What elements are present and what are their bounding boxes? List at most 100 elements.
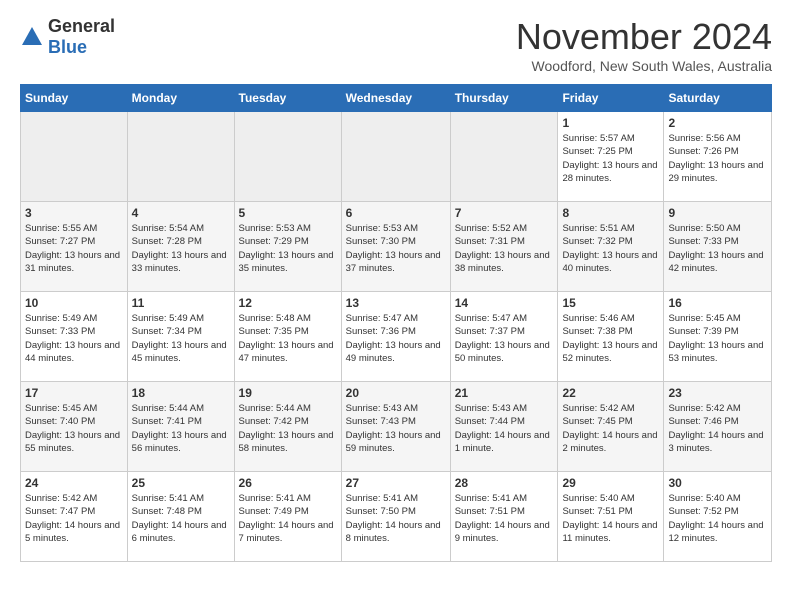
day-number: 28 <box>455 476 554 490</box>
calendar-week: 24 Sunrise: 5:42 AM Sunset: 7:47 PM Dayli… <box>21 472 772 562</box>
calendar-cell: 28 Sunrise: 5:41 AM Sunset: 7:51 PM Dayli… <box>450 472 558 562</box>
day-detail: Sunrise: 5:56 AM Sunset: 7:26 PM Dayligh… <box>668 132 767 185</box>
calendar-cell: 7Sunrise: 5:52 AM Sunset: 7:31 PM Daylig… <box>450 202 558 292</box>
day-detail: Sunrise: 5:48 AM Sunset: 7:35 PM Dayligh… <box>239 312 337 365</box>
weekday-header-cell: Monday <box>127 85 234 112</box>
day-number: 13 <box>346 296 446 310</box>
day-detail: Sunrise: 5:45 AM Sunset: 7:40 PM Dayligh… <box>25 402 123 455</box>
calendar-cell: 2 Sunrise: 5:56 AM Sunset: 7:26 PM Daylig… <box>664 112 772 202</box>
day-number: 3 <box>25 206 123 220</box>
day-number: 23 <box>668 386 767 400</box>
calendar-cell: 18 Sunrise: 5:44 AM Sunset: 7:41 PM Dayli… <box>127 382 234 472</box>
title-area: November 2024 Woodford, New South Wales,… <box>516 16 772 74</box>
header: General Blue November 2024 Woodford, New… <box>20 16 772 74</box>
day-detail: Sunrise: 5:44 AM Sunset: 7:41 PM Dayligh… <box>132 402 230 455</box>
day-number: 4 <box>132 206 230 220</box>
calendar-cell: 26 Sunrise: 5:41 AM Sunset: 7:49 PM Dayli… <box>234 472 341 562</box>
day-number: 10 <box>25 296 123 310</box>
day-number: 14 <box>455 296 554 310</box>
calendar-week: 3 Sunrise: 5:55 AM Sunset: 7:27 PM Daylig… <box>21 202 772 292</box>
day-detail: Sunrise: 5:42 AM Sunset: 7:45 PM Dayligh… <box>562 402 659 455</box>
day-number: 11 <box>132 296 230 310</box>
day-number: 2 <box>668 116 767 130</box>
logo: General Blue <box>20 16 115 58</box>
calendar-cell: 21Sunrise: 5:43 AM Sunset: 7:44 PM Dayli… <box>450 382 558 472</box>
calendar-cell: 3 Sunrise: 5:55 AM Sunset: 7:27 PM Daylig… <box>21 202 128 292</box>
day-detail: Sunrise: 5:55 AM Sunset: 7:27 PM Dayligh… <box>25 222 123 275</box>
day-number: 17 <box>25 386 123 400</box>
calendar-cell: 20 Sunrise: 5:43 AM Sunset: 7:43 PM Dayli… <box>341 382 450 472</box>
calendar-cell: 14 Sunrise: 5:47 AM Sunset: 7:37 PM Dayli… <box>450 292 558 382</box>
calendar: SundayMondayTuesdayWednesdayThursdayFrid… <box>20 84 772 562</box>
day-detail: Sunrise: 5:53 AM Sunset: 7:30 PM Dayligh… <box>346 222 446 275</box>
calendar-cell: 13 Sunrise: 5:47 AM Sunset: 7:36 PM Dayli… <box>341 292 450 382</box>
calendar-cell: 10 Sunrise: 5:49 AM Sunset: 7:33 PM Dayli… <box>21 292 128 382</box>
calendar-cell <box>341 112 450 202</box>
logo-icon <box>20 25 44 49</box>
logo-general: General <box>48 16 115 36</box>
weekday-header-cell: Wednesday <box>341 85 450 112</box>
day-detail: Sunrise: 5:40 AM Sunset: 7:51 PM Dayligh… <box>562 492 659 545</box>
calendar-cell: 11 Sunrise: 5:49 AM Sunset: 7:34 PM Dayli… <box>127 292 234 382</box>
day-number: 15 <box>562 296 659 310</box>
day-number: 1 <box>562 116 659 130</box>
day-detail: Sunrise: 5:47 AM Sunset: 7:36 PM Dayligh… <box>346 312 446 365</box>
weekday-header-cell: Friday <box>558 85 664 112</box>
day-detail: Sunrise: 5:45 AM Sunset: 7:39 PM Dayligh… <box>668 312 767 365</box>
day-detail: Sunrise: 5:40 AM Sunset: 7:52 PM Dayligh… <box>668 492 767 545</box>
logo-text: General Blue <box>48 16 115 58</box>
day-number: 20 <box>346 386 446 400</box>
calendar-week: 1 Sunrise: 5:57 AM Sunset: 7:25 PM Daylig… <box>21 112 772 202</box>
calendar-cell: 25Sunrise: 5:41 AM Sunset: 7:48 PM Dayli… <box>127 472 234 562</box>
weekday-header: SundayMondayTuesdayWednesdayThursdayFrid… <box>21 85 772 112</box>
calendar-cell: 15 Sunrise: 5:46 AM Sunset: 7:38 PM Dayli… <box>558 292 664 382</box>
day-detail: Sunrise: 5:41 AM Sunset: 7:49 PM Dayligh… <box>239 492 337 545</box>
day-detail: Sunrise: 5:57 AM Sunset: 7:25 PM Dayligh… <box>562 132 659 185</box>
day-detail: Sunrise: 5:49 AM Sunset: 7:34 PM Dayligh… <box>132 312 230 365</box>
day-detail: Sunrise: 5:43 AM Sunset: 7:44 PM Dayligh… <box>455 402 554 455</box>
calendar-cell: 1 Sunrise: 5:57 AM Sunset: 7:25 PM Daylig… <box>558 112 664 202</box>
day-number: 19 <box>239 386 337 400</box>
calendar-cell <box>21 112 128 202</box>
calendar-body: 1 Sunrise: 5:57 AM Sunset: 7:25 PM Daylig… <box>21 112 772 562</box>
day-number: 30 <box>668 476 767 490</box>
day-number: 8 <box>562 206 659 220</box>
weekday-header-cell: Saturday <box>664 85 772 112</box>
day-detail: Sunrise: 5:46 AM Sunset: 7:38 PM Dayligh… <box>562 312 659 365</box>
calendar-cell: 22 Sunrise: 5:42 AM Sunset: 7:45 PM Dayli… <box>558 382 664 472</box>
calendar-cell: 27Sunrise: 5:41 AM Sunset: 7:50 PM Dayli… <box>341 472 450 562</box>
day-number: 24 <box>25 476 123 490</box>
day-detail: Sunrise: 5:47 AM Sunset: 7:37 PM Dayligh… <box>455 312 554 365</box>
calendar-cell: 29 Sunrise: 5:40 AM Sunset: 7:51 PM Dayli… <box>558 472 664 562</box>
day-number: 29 <box>562 476 659 490</box>
day-detail: Sunrise: 5:41 AM Sunset: 7:51 PM Dayligh… <box>455 492 554 545</box>
day-detail: Sunrise: 5:43 AM Sunset: 7:43 PM Dayligh… <box>346 402 446 455</box>
calendar-week: 17 Sunrise: 5:45 AM Sunset: 7:40 PM Dayli… <box>21 382 772 472</box>
calendar-cell <box>450 112 558 202</box>
day-number: 5 <box>239 206 337 220</box>
calendar-cell: 4 Sunrise: 5:54 AM Sunset: 7:28 PM Daylig… <box>127 202 234 292</box>
calendar-cell: 5Sunrise: 5:53 AM Sunset: 7:29 PM Daylig… <box>234 202 341 292</box>
day-number: 25 <box>132 476 230 490</box>
calendar-cell <box>127 112 234 202</box>
day-detail: Sunrise: 5:42 AM Sunset: 7:46 PM Dayligh… <box>668 402 767 455</box>
weekday-header-cell: Thursday <box>450 85 558 112</box>
day-number: 18 <box>132 386 230 400</box>
calendar-week: 10 Sunrise: 5:49 AM Sunset: 7:33 PM Dayli… <box>21 292 772 382</box>
calendar-cell: 16 Sunrise: 5:45 AM Sunset: 7:39 PM Dayli… <box>664 292 772 382</box>
calendar-cell: 8Sunrise: 5:51 AM Sunset: 7:32 PM Daylig… <box>558 202 664 292</box>
calendar-cell: 17 Sunrise: 5:45 AM Sunset: 7:40 PM Dayli… <box>21 382 128 472</box>
day-detail: Sunrise: 5:42 AM Sunset: 7:47 PM Dayligh… <box>25 492 123 545</box>
calendar-cell: 30 Sunrise: 5:40 AM Sunset: 7:52 PM Dayli… <box>664 472 772 562</box>
day-number: 6 <box>346 206 446 220</box>
day-number: 26 <box>239 476 337 490</box>
day-detail: Sunrise: 5:54 AM Sunset: 7:28 PM Dayligh… <box>132 222 230 275</box>
month-title: November 2024 <box>516 16 772 58</box>
day-detail: Sunrise: 5:41 AM Sunset: 7:50 PM Dayligh… <box>346 492 446 545</box>
day-number: 16 <box>668 296 767 310</box>
day-number: 12 <box>239 296 337 310</box>
calendar-cell: 19Sunrise: 5:44 AM Sunset: 7:42 PM Dayli… <box>234 382 341 472</box>
day-number: 22 <box>562 386 659 400</box>
day-detail: Sunrise: 5:49 AM Sunset: 7:33 PM Dayligh… <box>25 312 123 365</box>
calendar-cell: 6 Sunrise: 5:53 AM Sunset: 7:30 PM Daylig… <box>341 202 450 292</box>
